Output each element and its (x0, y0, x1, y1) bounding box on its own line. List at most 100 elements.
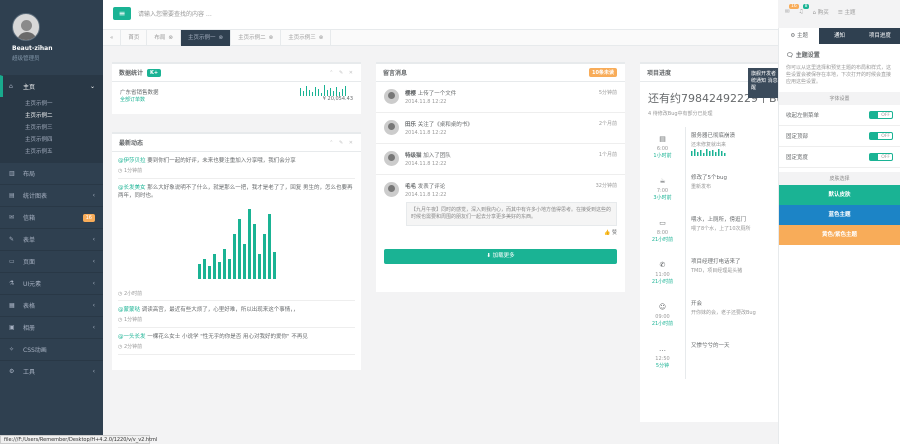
bell-icon: ♫ (798, 9, 804, 15)
sidebar-item-tools[interactable]: ⚙ 工具 ‹ (0, 360, 103, 382)
stats-label: K+ (147, 68, 162, 77)
profile: Beaut-zihan 超级管理员 (0, 0, 103, 75)
topbar: ≡ 请输入您需要查找的内容 … (103, 0, 778, 30)
chevron-left-icon: ‹ (92, 280, 95, 287)
close-icon[interactable]: ⊗ (168, 35, 173, 41)
tab-back-button[interactable]: « (103, 29, 122, 46)
profile-name[interactable]: Beaut-zihan (12, 45, 103, 52)
chevron-left-icon: ‹ (92, 258, 95, 265)
skin-blue-button[interactable]: 蓝色主题 (779, 205, 900, 225)
tab-home-example-1[interactable]: 主页示例一 ⊗ (181, 29, 232, 46)
envelope-icon: ✉ (785, 9, 790, 15)
comments-icon: … (659, 345, 666, 353)
panel-tools[interactable]: ⌃ ✎ ✕ (329, 70, 355, 76)
sidebar-item-css[interactable]: ✧ CSS动画 (0, 338, 103, 360)
option-fixed-top: 固定顶部 OFF (779, 126, 900, 147)
panel-tools[interactable]: ⌃ ✎ ✕ (329, 140, 355, 146)
feed-item: @长发美女 那么大好象说明不了什么，就是那么一把，我才是老了了，回复 男生的，怎… (118, 179, 355, 301)
messages-panel-header: 留言消息 10条未读 (376, 64, 625, 82)
fixed-top-toggle[interactable]: OFF (869, 132, 893, 140)
avatar[interactable] (384, 120, 399, 135)
laptop-icon: ▭ (659, 219, 666, 227)
sidebar-item-home[interactable]: ⌂ 主页 ⌄ (0, 75, 103, 97)
like-button[interactable]: 👍 赞 (376, 226, 625, 239)
sidebar-sub-5[interactable]: 主页示例五 (0, 145, 103, 157)
sidebar-sub-1[interactable]: 主页示例一 (0, 97, 103, 109)
edit-icon: ✎ (9, 236, 15, 243)
close-icon[interactable]: ⊗ (269, 35, 274, 41)
coffee-icon: ☕ (659, 177, 666, 185)
gear-icon: ⚙ (790, 33, 797, 39)
sidebar-item-forms[interactable]: ✎ 表单 ‹ (0, 228, 103, 250)
chart-icon: ▤ (9, 192, 15, 199)
skin-yellow-button[interactable]: 黄色/紫色主题 (779, 225, 900, 245)
feed-item: @一头长发 一棵花么女士 小说学 "性无乎的你是否 用心对我好的爱你" 不再见 ◷… (118, 328, 355, 355)
phone-icon: ✆ (659, 261, 666, 269)
stats-panel: 数据统计 K+ ⌃ ✎ ✕ 广东省销售数据 全部订单数 ¥ 20,054.43 (112, 62, 361, 114)
stats-panel-header: 数据统计 K+ ⌃ ✎ ✕ (112, 64, 361, 82)
sidebar-item-mail[interactable]: ✉ 信箱 16 (0, 206, 103, 228)
stat-value: ¥ 20,054.43 (322, 96, 353, 102)
theme-button[interactable]: ☰ 主题 (838, 8, 856, 16)
timeline-item: ▭ 8:00 21小时前 喂水，上厕所，傍逛门 喂了8个水，上了10次厕所 (640, 211, 778, 253)
collapse-menu-toggle[interactable]: OFF (869, 111, 893, 119)
sidebar-item-layout[interactable]: ▥ 布局 (0, 162, 103, 184)
desktop-icon: ▭ (9, 258, 15, 265)
avatar[interactable] (384, 151, 399, 166)
bug-sub: 4 待修改Bug中有部分已处理 (648, 111, 713, 117)
sidebar-sub-3[interactable]: 主页示例三 (0, 121, 103, 133)
feed-panel: 最新动态 ⌃ ✎ ✕ @伊莎贝拉 要到你们一起的好评，未来也要注重加入分享哦，我们… (112, 132, 361, 370)
avatar[interactable] (384, 182, 399, 197)
chevron-left-icon: ‹ (92, 236, 95, 243)
tab-progress[interactable]: 项目进度 (860, 28, 900, 44)
comment-icon: 🗨 (786, 52, 796, 59)
sidebar-item-ui[interactable]: ⚗ UI元素 ‹ (0, 272, 103, 294)
timeline: ▤ 6:00 1小时前 服务器已彻底崩溃 还未修复就出来 ☕ 7:00 3小时前 修改了5个b… (640, 127, 778, 379)
table-icon: ▦ (9, 302, 15, 309)
chevron-left-icon: ‹ (92, 302, 95, 309)
tab-layout[interactable]: 布局 ⊗ (147, 29, 182, 46)
sidebar-sub-2[interactable]: 主页示例二 (0, 109, 103, 121)
timeline-sparkline (691, 149, 726, 156)
tasks-icon: ☰ (837, 10, 845, 16)
fixed-width-toggle[interactable]: OFF (869, 153, 893, 161)
sidebar-item-pages[interactable]: ▭ 页面 ‹ (0, 250, 103, 272)
theme-desc: 你可以从这里选择和预览主题的布局和样式，这些设置会被保存在本地，下次打开的时候会… (786, 65, 892, 85)
search-input[interactable]: 请输入您需要查找的内容 … (138, 9, 212, 18)
tab-bar: « 首页 布局 ⊗ 主页示例一 ⊗ 主页示例二 ⊗ 主页示例三 ⊗ (103, 29, 778, 46)
tab-notice[interactable]: 通知 (819, 28, 859, 44)
status-bar: file:///F:/Users/Remember/Desktop/H+4.2.… (0, 435, 157, 444)
feed-panel-header: 最新动态 ⌃ ✎ ✕ (112, 134, 361, 152)
message-item[interactable]: 樱樱 上传了一个文件 2014.11.8 12:22 5分钟前 (376, 82, 625, 113)
messages-button[interactable]: ✉ 16 (785, 4, 799, 15)
tab-home-example-3[interactable]: 主页示例三 ⊗ (281, 29, 332, 46)
buy-button[interactable]: ⌂ 购买 (813, 8, 829, 16)
profile-role[interactable]: 超级管理员 (12, 54, 103, 62)
message-item[interactable]: 田乐 关注了《桌和桌的书》 2014.11.8 12:22 2个月前 (376, 113, 625, 144)
sidebar-item-tables[interactable]: ▦ 表格 ‹ (0, 294, 103, 316)
section-font: 字体设置 (779, 92, 900, 105)
menu-toggle-button[interactable]: ≡ (113, 7, 131, 20)
avatar[interactable] (384, 89, 399, 104)
notifications-badge: 8 (802, 4, 810, 9)
sidebar-item-charts[interactable]: ▤ 统计图表 ‹ (0, 184, 103, 206)
close-icon[interactable]: ⊗ (319, 35, 324, 41)
tab-theme[interactable]: ⚙ 主题 (779, 28, 820, 44)
message-item[interactable]: 特级猫 加入了团队 2014.11.8 12:22 1个月前 (376, 144, 625, 175)
section-skin: 皮肤选择 (779, 172, 900, 185)
envelope-icon: ✉ (9, 214, 15, 221)
tab-home[interactable]: 首页 (121, 29, 148, 46)
option-fixed-width: 固定宽度 OFF (779, 147, 900, 168)
tab-home-example-2[interactable]: 主页示例二 ⊗ (231, 29, 282, 46)
notifications-button[interactable]: ♫ 8 (798, 4, 810, 15)
avatar[interactable] (12, 13, 40, 41)
skin-default-button[interactable]: 默认皮肤 (779, 185, 900, 205)
sidebar-item-album[interactable]: ▣ 相册 ‹ (0, 316, 103, 338)
sidebar-sub-4[interactable]: 主页示例四 (0, 133, 103, 145)
home-icon: ⌂ (9, 83, 13, 90)
close-icon[interactable]: ⊗ (219, 35, 224, 41)
message-item[interactable]: 毛毛 发表了评论 2014.11.8 12:22 32分钟前 (376, 175, 625, 198)
chevron-left-icon: ‹ (92, 368, 95, 375)
load-more-button[interactable]: ⬇ 加载更多 (384, 249, 617, 264)
sparkline (300, 85, 346, 96)
